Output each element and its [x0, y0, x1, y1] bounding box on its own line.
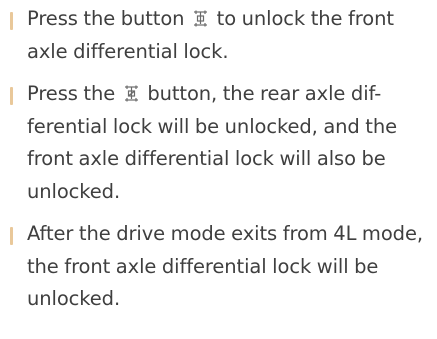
item-text-before: Press the: [27, 82, 116, 105]
item-text-before: Press the button: [27, 7, 185, 30]
bullet-marker: [10, 87, 13, 105]
bullet-marker: [10, 12, 13, 30]
bullet-marker: [10, 227, 13, 245]
list-item: Press the button, the rear axle dif-fere…: [0, 78, 437, 208]
instruction-list: Press the button to unlock the front axl…: [0, 0, 437, 316]
list-item: Press the button to unlock the front axl…: [0, 3, 437, 68]
front-differential-lock-icon: [192, 10, 209, 27]
item-text: After the drive mode exits from 4L mode,…: [27, 222, 423, 310]
rear-differential-lock-icon: [123, 85, 140, 102]
list-item: After the drive mode exits from 4L mode,…: [0, 218, 437, 316]
